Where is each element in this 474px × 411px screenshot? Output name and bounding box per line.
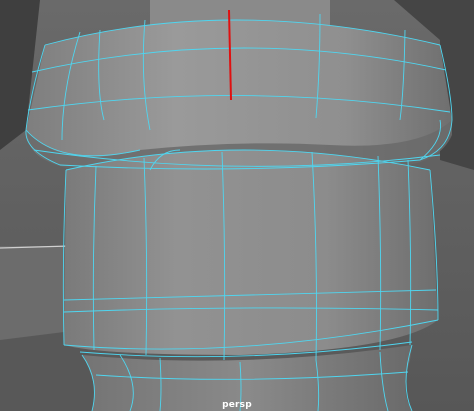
- camera-label: persp: [222, 400, 252, 410]
- 3d-scene[interactable]: [0, 0, 474, 411]
- body-surface: [64, 150, 438, 355]
- background-ledge: [0, 246, 70, 340]
- perspective-viewport[interactable]: persp: [0, 0, 474, 411]
